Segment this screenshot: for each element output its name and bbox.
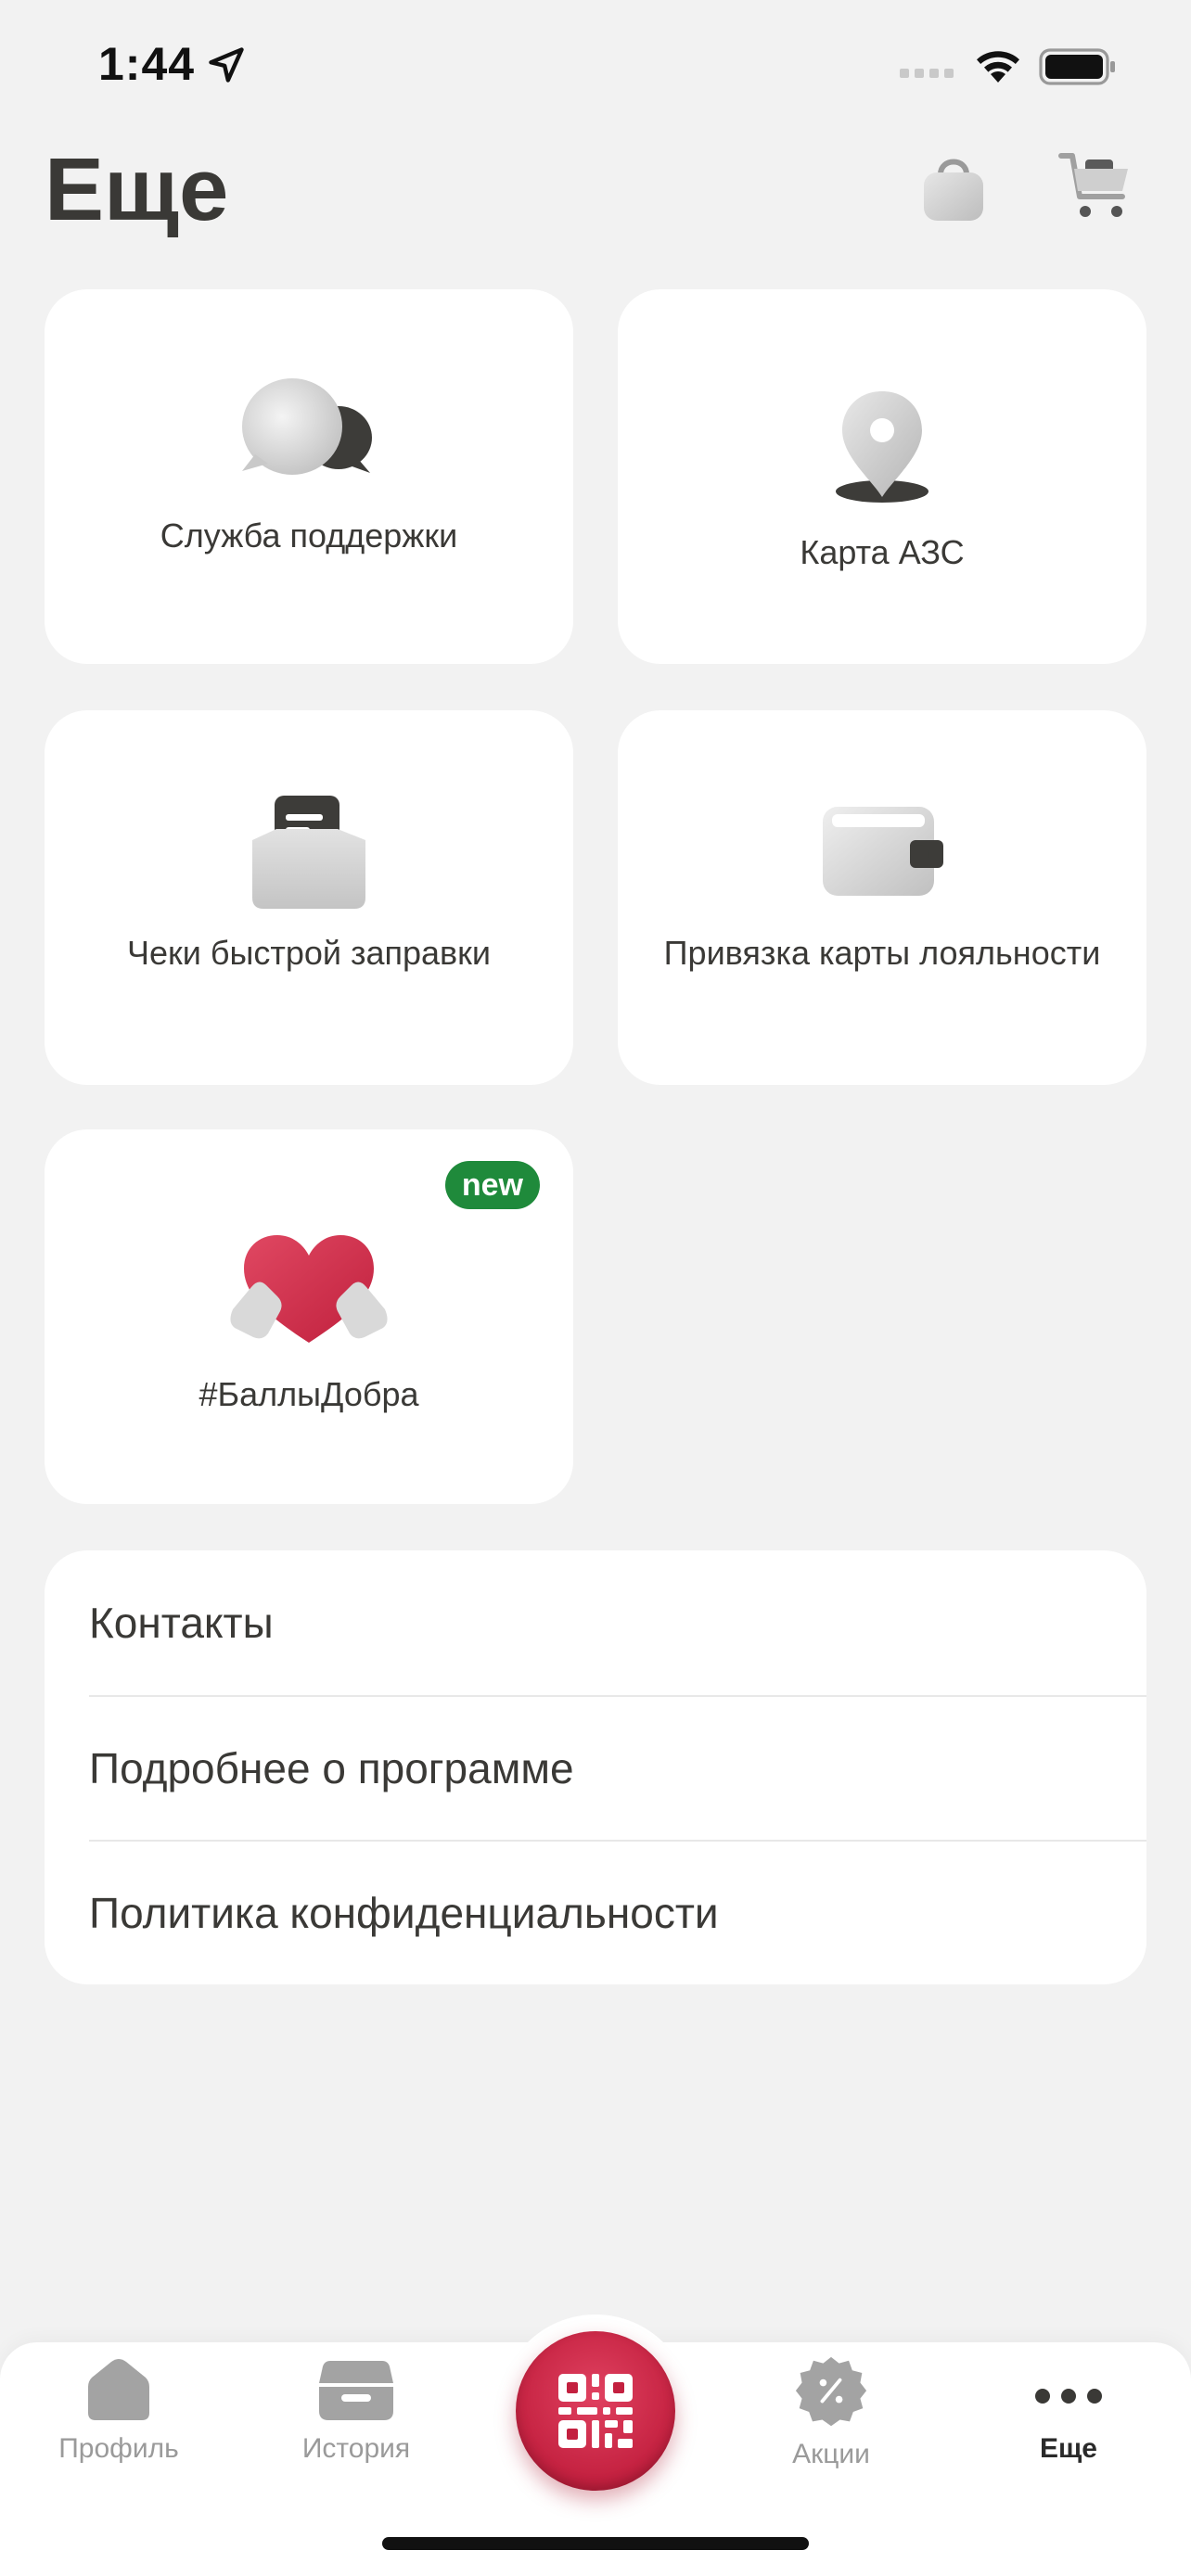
home-icon [88,2359,149,2420]
tab-label: Профиль [58,2433,179,2464]
tab-profile[interactable]: Профиль [26,2355,211,2485]
heart-hands-icon [230,1235,388,1343]
tile-good-points[interactable]: new #БаллыДобра [45,1129,573,1504]
percent-badge-icon [795,2356,867,2427]
tile-support[interactable]: Служба поддержки [45,289,573,664]
cellular-signal-icon [900,69,954,78]
cart-icon[interactable] [1057,148,1135,224]
bag-icon[interactable] [918,150,989,224]
tab-promotions[interactable]: Акции [738,2355,924,2485]
list-item-contacts[interactable]: Контакты [89,1550,1146,1695]
status-time: 1:44 [98,38,196,90]
wifi-icon [977,51,1019,83]
tile-fast-fueling-receipts[interactable]: Чеки быстрой заправки [45,710,573,1085]
tab-more[interactable]: Еще [976,2355,1161,2485]
tile-label: #БаллыДобра [198,1375,419,1413]
wallet-icon [823,807,943,896]
info-list: Контакты Подробнее о программе Политика … [45,1550,1146,1984]
tab-label: Еще [1039,2433,1097,2464]
chat-bubbles-icon [242,378,372,475]
tile-label: Чеки быстрой заправки [126,934,492,972]
location-arrow-icon [209,47,244,83]
tab-label: Акции [792,2439,870,2469]
tab-history[interactable]: История [263,2355,449,2485]
new-badge: new [444,1161,540,1209]
status-bar: 1:44 [0,0,1191,130]
qr-code-icon [558,2374,633,2448]
tile-label: Карта АЗС [800,533,965,571]
list-item-about-program[interactable]: Подробнее о программе [89,1695,1146,1840]
tile-gas-station-map[interactable]: Карта АЗС [618,289,1146,664]
page-title: Еще [45,140,229,239]
dots-icon [1035,2389,1102,2404]
list-item-privacy-policy[interactable]: Политика конфиденциальности [89,1840,1146,1984]
tile-loyalty-card-link[interactable]: Привязка карты лояльности [618,710,1146,1085]
tile-label: Служба поддержки [160,516,458,555]
home-indicator [382,2537,809,2550]
battery-icon [1039,48,1115,85]
tab-label: История [301,2433,411,2464]
box-icon [319,2361,393,2420]
map-pin-icon [836,391,928,503]
tile-label: Привязка карты лояльности [663,934,1101,972]
receipt-icon [252,796,365,909]
qr-code-button[interactable] [516,2331,675,2491]
